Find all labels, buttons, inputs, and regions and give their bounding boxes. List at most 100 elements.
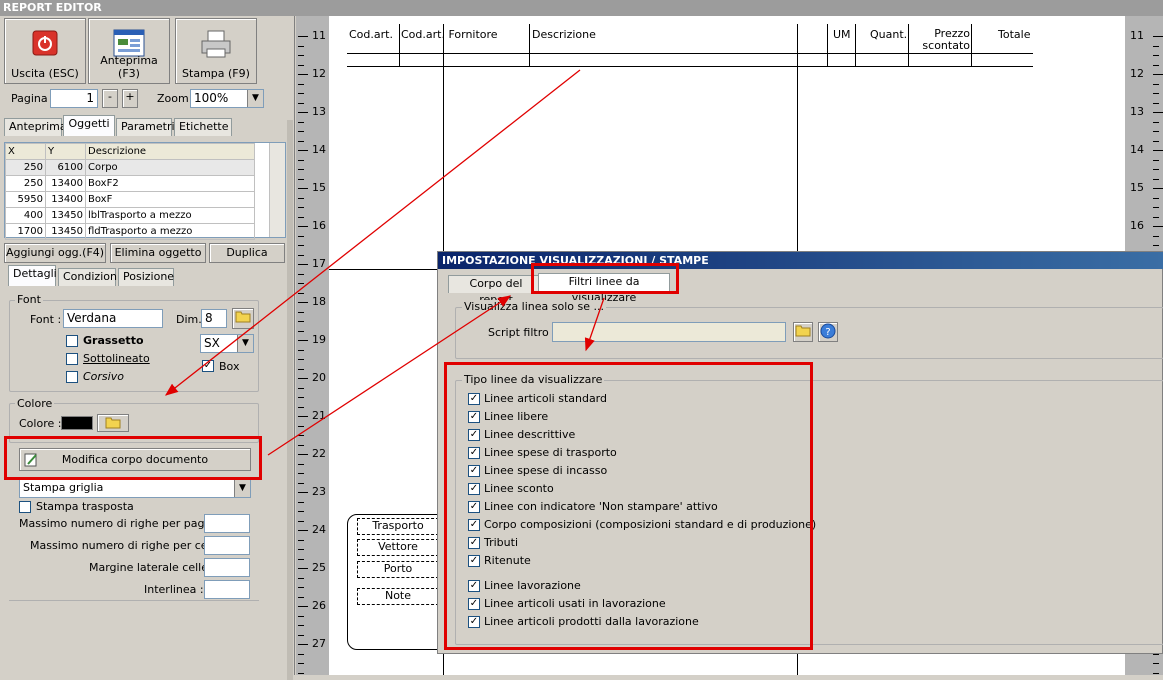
ruler-tick [298,311,304,313]
ruler-tick [298,226,308,227]
script-open-button[interactable] [793,322,813,342]
tab-objects[interactable]: Oggetti [63,115,115,136]
footer-label: Trasporto [357,518,439,535]
ruler-number: 11 [1130,29,1144,42]
max-rows-page-input[interactable] [204,514,250,533]
ruler-number: 16 [1130,219,1144,232]
ruler-number: 21 [312,409,326,422]
ruler-tick [298,349,304,351]
font-picker-button[interactable] [232,308,254,329]
box-checkbox[interactable]: ✓ [202,360,214,372]
cell-y: 6100 [45,159,86,176]
print-grid-value: Stampa griglia [23,481,104,494]
ruler-number: 23 [312,485,326,498]
align-value: SX [204,336,220,350]
column-header[interactable]: Y [45,143,86,160]
ruler-number: 14 [312,143,326,156]
left-panel-scrollbar[interactable] [287,120,293,680]
delete-object-button[interactable]: Elimina oggetto [110,243,206,263]
ruler-tick [298,64,304,66]
cell-y: 13400 [45,191,86,208]
ruler-tick [298,359,304,360]
size-input[interactable]: 8 [201,309,227,328]
print-grid-select[interactable]: Stampa griglia ▼ [19,479,251,498]
dim-label: Dim. [176,313,202,326]
tab-report-body[interactable]: Corpo del report [448,275,544,306]
cell-description: BoxF [85,191,255,208]
script-help-button[interactable]: ? [818,322,838,342]
ruler-tick [298,264,308,265]
zoom-select[interactable]: 100% ▼ [190,89,264,108]
ruler-tick [298,387,304,389]
ruler-tick [1153,150,1163,151]
exit-button[interactable]: Uscita (ESC) [4,18,86,84]
page-label: Pagina [11,92,48,105]
tab-preview[interactable]: Anteprima [4,118,67,136]
column-header[interactable]: Descrizione [85,143,255,160]
underline-checkbox[interactable] [66,353,78,365]
table-row[interactable]: 250 13400 BoxF2 [5,175,255,192]
ruler-tick [298,644,308,645]
ruler-number: 14 [1130,143,1144,156]
ruler-tick [298,283,304,284]
ruler-number: 18 [312,295,326,308]
table-row[interactable]: 1700 13450 fldTrasporto a mezzo [5,223,255,240]
page-plus-button[interactable]: + [122,89,138,108]
ruler-tick [1153,102,1159,104]
page-minus-button[interactable]: - [102,89,118,108]
ruler-tick [298,368,304,370]
font-input[interactable]: Verdana [63,309,163,328]
ruler-tick [1153,169,1159,170]
power-icon [32,30,58,56]
color-swatch[interactable] [61,416,93,430]
tab-details[interactable]: Dettagli [8,265,57,286]
column-header[interactable]: X [5,143,46,160]
preview-button[interactable]: Anteprima (F3) [88,18,170,84]
page-input[interactable]: 1 [50,89,98,108]
color-group-title: Colore [15,397,55,410]
interline-input[interactable] [204,580,250,599]
ruler-tick [1153,83,1159,85]
ruler-tick [298,473,304,474]
table-header-row: X Y Descrizione [5,143,255,160]
align-select[interactable]: SX ▼ [200,334,254,353]
cell-y: 13450 [45,223,86,240]
color-picker-button[interactable] [97,414,129,432]
cell-description: Corpo [85,159,255,176]
ruler-tick [1153,45,1159,47]
ruler-tick [298,539,304,541]
table-row[interactable]: 5950 13400 BoxF [5,191,255,208]
table-scrollbar[interactable] [269,143,285,237]
tab-position[interactable]: Posizione [118,268,174,286]
ruler-tick [298,292,304,294]
table-row[interactable]: 400 13450 lblTrasporto a mezzo [5,207,255,224]
ruler-tick [298,416,308,417]
print-button[interactable]: Stampa (F9) [175,18,257,84]
tab-labels[interactable]: Etichette [174,118,232,136]
cell-description: lblTrasporto a mezzo [85,207,255,224]
tab-conditions[interactable]: Condizioni [58,268,120,286]
ruler-tick [1153,74,1163,75]
ruler-tick [298,159,304,161]
duplicate-button[interactable]: Duplica [209,243,285,263]
tab-params[interactable]: Parametri [116,118,175,136]
ruler-tick [298,672,304,674]
ruler-tick [298,406,304,408]
ruler-tick [298,197,304,199]
ruler-tick [298,93,304,94]
table-row[interactable]: 250 6100 Corpo [5,159,255,176]
ruler-tick [298,302,308,303]
transposed-checkbox[interactable] [19,501,31,513]
script-filter-input[interactable] [552,322,786,342]
ruler-tick [298,587,304,588]
margin-input[interactable] [204,558,250,577]
bold-label: Grassetto [83,334,144,347]
ruler-tick [298,321,304,322]
max-rows-cell-input[interactable] [204,536,250,555]
add-object-button[interactable]: Aggiungi ogg.(F4) [4,243,106,263]
italic-checkbox[interactable] [66,371,78,383]
ruler-tick [1153,121,1159,123]
bold-checkbox[interactable] [66,335,78,347]
ruler-tick [1153,36,1163,37]
preview-label: Anteprima (F3) [100,54,158,80]
